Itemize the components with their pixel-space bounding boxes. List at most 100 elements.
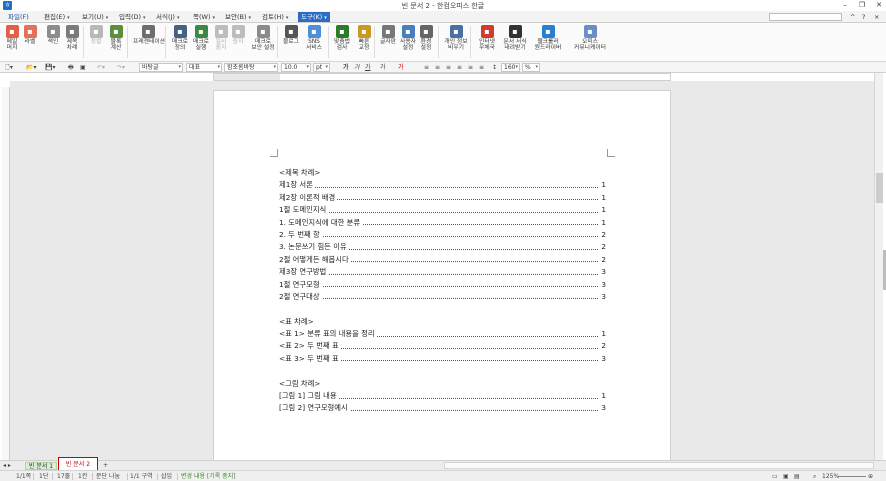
add-tab-button[interactable]: + (103, 461, 108, 470)
scrollbar-thumb[interactable] (876, 173, 883, 203)
font-size-select[interactable]: 10.0 (281, 63, 311, 72)
bold-button[interactable]: 가 (343, 63, 349, 72)
ribbon-button-internet-post[interactable]: ▪ 인터넷 우체국 (476, 25, 498, 51)
undo-icon[interactable]: ↶▾ (97, 63, 105, 72)
ribbon-button-privacy[interactable]: ▪ 개인 정보 비우기 (443, 25, 469, 51)
new-doc-icon[interactable]: 🗋▾ (5, 63, 13, 72)
menu-file[interactable]: 파일(F) (8, 12, 29, 22)
menu-view[interactable]: 보기(U) ▾ (82, 12, 108, 22)
vertical-scrollbar[interactable] (874, 73, 883, 460)
horizontal-scrollbar[interactable] (444, 462, 874, 469)
distribute-icon[interactable]: ≡ (468, 63, 473, 72)
ribbon-button-mail-merge[interactable]: ▪ 메일 머지 (4, 25, 20, 51)
ribbon-button-presentation[interactable]: ▪ 프레젠테이션 (133, 25, 165, 45)
close-button[interactable]: ✕ (872, 0, 886, 11)
line-spacing-unit-select[interactable]: % (522, 63, 540, 72)
view-page-icon[interactable]: ▣ (783, 473, 789, 481)
ribbon-button-label[interactable]: ▪ 라벨 (22, 25, 38, 45)
toc-entry[interactable]: 2절 어떻게든 해봅시다 2 (279, 253, 606, 267)
align-left-icon[interactable]: ≡ (435, 63, 440, 72)
menu-insert[interactable]: 입력(D) ▾ (119, 12, 146, 22)
help-icon[interactable]: ? (862, 12, 865, 22)
tab-nav-icon[interactable]: ◂ ▸ (3, 461, 11, 470)
zoom-in-icon[interactable]: ⊕ (868, 473, 873, 481)
split-icon[interactable]: ≡ (479, 63, 484, 72)
status-insert-mode[interactable]: 삽입 (161, 473, 172, 481)
font-lang-select[interactable]: 대표 (186, 63, 222, 72)
strike-button[interactable]: 가 (380, 63, 386, 72)
ribbon-button-quick-correct[interactable]: ▪ 빠른 교정 (355, 25, 373, 51)
tab-doc-2[interactable]: 빈 문서 2 (58, 457, 98, 471)
zoom-slider[interactable] (838, 476, 866, 477)
minimize-button[interactable]: – (838, 0, 852, 11)
zoom-level[interactable]: 125% (822, 473, 839, 481)
toc-entry[interactable]: 1절 도메인지식 1 (279, 204, 606, 217)
ribbon-button-macro-security[interactable]: ▪ 매크로 보안 설정 (251, 25, 275, 51)
italic-button[interactable]: 가 (354, 63, 360, 72)
toc-entry[interactable]: 1. 도메인지식에 대한 분류 1 (279, 216, 606, 229)
ribbon-button-toc[interactable]: ▪ 제목 차례 (64, 25, 80, 51)
toc-entry[interactable]: 1절 연구모형 3 (279, 278, 606, 291)
line-spacing-select[interactable]: 160 (501, 63, 520, 72)
print-icon[interactable]: 🖶 (68, 63, 74, 72)
menu-edit[interactable]: 편집(E) ▾ (44, 12, 70, 22)
toc-entry[interactable]: 2. 두 번째 항 2 (279, 228, 606, 242)
underline-button[interactable]: 가 (365, 63, 371, 72)
ribbon-button-macro-define[interactable]: ▪ 매크로 정의 (171, 25, 189, 51)
open-icon[interactable]: 📂▾ (26, 63, 36, 72)
ribbon-button-web-crawler[interactable]: ▪ 웹크롤러 원드라이버 (532, 25, 564, 51)
toc-entry[interactable]: 제3장 연구방법 3 (279, 266, 606, 279)
save-icon[interactable]: 💾▾ (45, 63, 55, 72)
toc-entry[interactable]: 제2장 이론적 배경 1 (279, 191, 606, 205)
ribbon-button-pause[interactable]: ▪ 일시 중지 (214, 25, 228, 51)
ribbon-button-block-calc[interactable]: ▪ 블록 계산 (106, 25, 126, 51)
ribbon-button-user-settings[interactable]: ▪ 사용자 설정 (399, 25, 417, 51)
ribbon-button-template-download[interactable]: ▪ 문서 서식 내려받기 (501, 25, 529, 51)
line-spacing-icon[interactable]: ↕ (492, 63, 497, 72)
ribbon-button-office-communicator[interactable]: ▪ 오피스 커뮤니케이터 (572, 25, 608, 51)
toc-entry[interactable]: 3. 논문쓰기 힘든 이유 2 (279, 241, 606, 254)
tab-doc-1[interactable]: 빈 문서 1 (25, 462, 57, 470)
font-color-button[interactable]: 가 (398, 63, 404, 72)
ribbon-button-sort[interactable]: ▪ 정렬 (89, 25, 103, 45)
ribbon-button-keyboard[interactable]: ▪ 글자판 (379, 25, 397, 45)
preview-icon[interactable]: ▣ (80, 63, 86, 72)
ribbon-button-gear[interactable]: ▪ 환경 설정 (418, 25, 434, 51)
toc-entry[interactable]: [그림 2] 연구모형예시 3 (279, 402, 606, 415)
restore-button[interactable]: ❐ (855, 0, 869, 11)
align-center-icon[interactable]: ≡ (446, 63, 451, 72)
menu-security[interactable]: 보안(B) ▾ (225, 12, 251, 22)
unit-select[interactable]: pt (313, 63, 330, 72)
ribbon-button-stop[interactable]: ▪ 중지 (231, 25, 245, 45)
view-multi-icon[interactable]: ▤ (794, 473, 800, 481)
status-track-changes[interactable]: 변경 내용 [기록 중지] (181, 473, 236, 481)
toc-entry[interactable]: 2절 연구대상 3 (279, 290, 606, 304)
menu-page[interactable]: 쪽(W) ▾ (193, 12, 215, 22)
toc-entry[interactable]: <표 1> 분류 표의 내용을 정리 1 (279, 328, 606, 341)
toc-entry[interactable]: <표 2> 두 번째 표 2 (279, 340, 606, 353)
style-select[interactable]: 바탕글 (139, 63, 183, 72)
menu-format[interactable]: 서식(J) ▾ (156, 12, 179, 22)
menu-tools[interactable]: 도구(K) ▾ (298, 12, 330, 22)
search-input[interactable] (769, 13, 842, 21)
horizontal-ruler[interactable] (213, 73, 671, 81)
toc-entry[interactable]: 제1장 서론 1 (279, 179, 606, 192)
toc-heading[interactable]: <제목 차례> (279, 167, 606, 179)
ribbon-button-index[interactable]: ▪ 색인 (46, 25, 60, 45)
align-right-icon[interactable]: ≡ (457, 63, 462, 72)
toc-heading[interactable]: <표 차례> (279, 316, 606, 328)
font-select[interactable]: 함초롬바탕 (224, 63, 278, 72)
zoom-icon[interactable]: ⌕ (813, 473, 816, 481)
ribbon-collapse-icon[interactable]: ^ (850, 12, 855, 22)
ribbon-button-sns[interactable]: ▪ SNS 서비스 (304, 25, 324, 51)
vertical-ruler[interactable] (2, 87, 10, 460)
toc-entry[interactable]: <표 3> 두 번째 표 3 (279, 352, 606, 366)
ribbon-button-macro-run[interactable]: ▪ 매크로 실행 (191, 25, 211, 51)
menu-review[interactable]: 검토(H) ▾ (262, 12, 288, 22)
toc-heading[interactable]: <그림 차례> (279, 378, 606, 390)
ribbon-button-spellcheck[interactable]: ▪ 맞춤법 검사 (333, 25, 351, 51)
ribbon-button-blog[interactable]: ▪ 블로그 (282, 25, 300, 45)
close-doc-icon[interactable]: × (874, 12, 879, 22)
table-of-contents[interactable]: <제목 차례> 제1장 서론 1 제2장 이론적 배경 1 1절 도메인지식 1 1. 도메인… (279, 167, 606, 415)
toc-entry[interactable]: [그림 1] 그림 내용 1 (279, 390, 606, 403)
